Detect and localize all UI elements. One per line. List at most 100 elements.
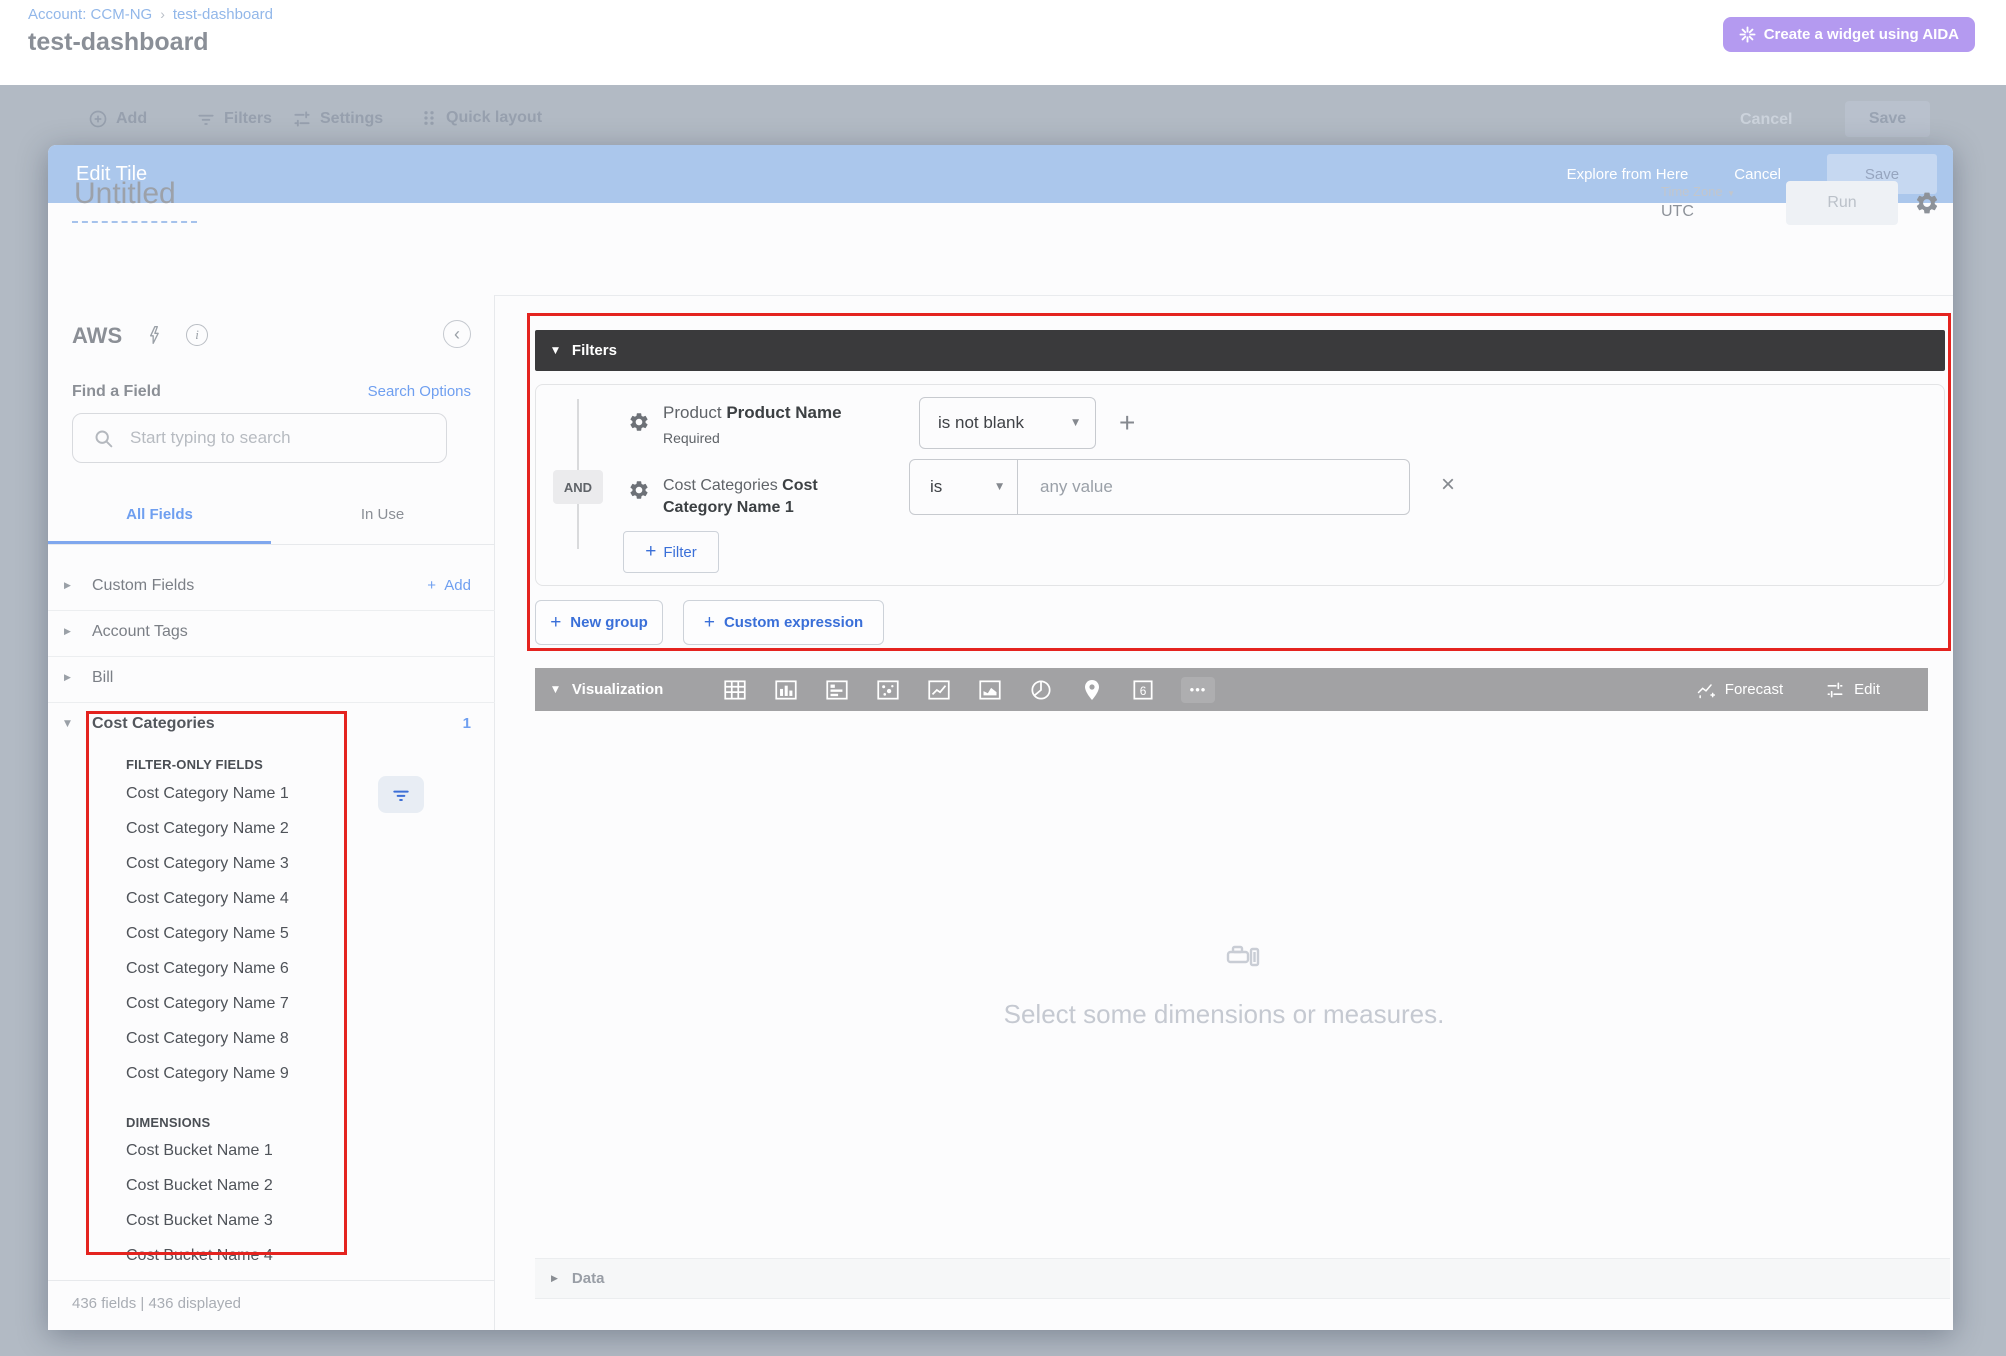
field-count-footer: 436 fields | 436 displayed	[48, 1280, 494, 1330]
tile-name-input[interactable]: Untitled	[72, 177, 197, 223]
operator-dropdown[interactable]: is not blank ▼	[919, 397, 1096, 449]
remove-filter-icon[interactable]: ×	[1441, 473, 1455, 497]
plus-icon: +	[645, 541, 656, 563]
create-widget-aida-button[interactable]: Create a widget using AIDA	[1723, 17, 1975, 52]
modal-cancel-button[interactable]: Cancel	[1734, 166, 1781, 183]
toolbar-add-button[interactable]: Add	[88, 109, 147, 129]
caret-down-icon: ▼	[552, 346, 559, 356]
breadcrumb-separator: ›	[160, 6, 165, 22]
flashlight-icon	[1225, 941, 1265, 971]
caret-down-icon: ▼	[64, 719, 71, 729]
operator-dropdown[interactable]: is ▼	[909, 459, 1018, 515]
svg-text:6: 6	[1140, 683, 1147, 697]
dimensions-heading: DIMENSIONS	[126, 1115, 210, 1130]
search-options-link[interactable]: Search Options	[368, 383, 471, 401]
filter-field-label: Cost Categories Cost Category Name 1	[663, 475, 863, 519]
data-section-header[interactable]: ▶ Data	[535, 1258, 1950, 1299]
chevron-down-icon: ▼	[1727, 189, 1735, 198]
viz-type-picker: 6 •••	[722, 668, 1215, 711]
run-button[interactable]: Run	[1786, 181, 1898, 225]
filters-section-header[interactable]: ▼ Filters	[535, 330, 1945, 371]
and-connector-chip[interactable]: AND	[553, 470, 603, 504]
field-cost-category-1[interactable]: Cost Category Name 1	[126, 785, 289, 803]
toolbar-cancel-button[interactable]: Cancel	[1740, 111, 1792, 129]
forecast-button[interactable]: Forecast	[1696, 680, 1783, 700]
caret-down-icon: ▼	[552, 685, 559, 695]
explore-source-label: AWS	[72, 323, 122, 349]
toolbar-settings-button[interactable]: Settings	[292, 109, 383, 129]
active-filter-icon[interactable]	[378, 776, 424, 813]
filters-group-card: Product Product Name Required is not bla…	[535, 384, 1945, 586]
sidebar-group-cost-categories[interactable]: ▼ Cost Categories 1	[48, 703, 495, 749]
field-picker-sidebar: AWS i ‹ Find a Field Search Options All …	[48, 295, 495, 1330]
sidebar-group-custom-fields[interactable]: ▶ Custom Fields + Add	[48, 565, 495, 611]
filter-gear-icon[interactable]	[628, 411, 650, 433]
explore-from-here-link[interactable]: Explore from Here	[1567, 166, 1689, 183]
timezone-control[interactable]: Time Zone ▼ UTC	[1661, 183, 1735, 221]
tab-in-use[interactable]: In Use	[271, 487, 494, 544]
caret-right-icon: ▶	[64, 627, 71, 637]
breadcrumb-current[interactable]: test-dashboard	[173, 6, 273, 23]
add-value-plus-icon[interactable]: +	[1119, 407, 1135, 439]
line-chart-icon[interactable]	[926, 677, 952, 703]
required-label: Required	[663, 427, 878, 449]
breadcrumb: Account: CCM-NG › test-dashboard	[28, 6, 273, 23]
bolt-icon	[144, 323, 164, 347]
timezone-value: UTC	[1661, 203, 1735, 221]
field-cost-category-9[interactable]: Cost Category Name 9	[126, 1065, 289, 1083]
tile-settings-gear-icon[interactable]	[1914, 190, 1940, 216]
filter-value-input[interactable]	[1018, 459, 1410, 515]
area-chart-icon[interactable]	[977, 677, 1003, 703]
info-icon[interactable]: i	[186, 324, 208, 346]
sidebar-group-bill[interactable]: ▶ Bill	[48, 657, 495, 703]
toolbar-filters-button[interactable]: Filters	[196, 109, 272, 129]
tab-all-fields[interactable]: All Fields	[48, 487, 271, 544]
page-title: test-dashboard	[28, 28, 209, 57]
field-cost-bucket-3[interactable]: Cost Bucket Name 3	[126, 1212, 273, 1230]
timezone-label: Time Zone	[1661, 184, 1723, 199]
field-cost-bucket-1[interactable]: Cost Bucket Name 1	[126, 1142, 273, 1160]
aida-sparkle-icon	[1739, 26, 1756, 43]
table-icon[interactable]	[722, 677, 748, 703]
more-viz-types-icon[interactable]: •••	[1181, 677, 1215, 703]
caret-right-icon: ▶	[551, 1274, 558, 1284]
field-cost-category-4[interactable]: Cost Category Name 4	[126, 890, 289, 908]
breadcrumb-account[interactable]: Account: CCM-NG	[28, 6, 152, 23]
add-filter-button[interactable]: + Filter	[623, 531, 719, 573]
field-tabs: All Fields In Use	[48, 487, 495, 545]
empty-state-message: Select some dimensions or measures.	[495, 999, 1953, 1030]
custom-expression-button[interactable]: + Custom expression	[683, 600, 884, 645]
field-cost-category-6[interactable]: Cost Category Name 6	[126, 960, 289, 978]
filter-gear-icon[interactable]	[628, 479, 650, 501]
sliders-icon	[1825, 680, 1845, 700]
active-tab-underline	[48, 541, 271, 544]
field-cost-category-2[interactable]: Cost Category Name 2	[126, 820, 289, 838]
scatter-plot-icon[interactable]	[875, 677, 901, 703]
toolbar-save-button[interactable]: Save	[1845, 101, 1930, 137]
field-cost-bucket-2[interactable]: Cost Bucket Name 2	[126, 1177, 273, 1195]
field-search-box[interactable]	[72, 413, 447, 463]
pie-chart-icon[interactable]	[1028, 677, 1054, 703]
grid-dots-icon	[420, 109, 438, 127]
field-cost-category-5[interactable]: Cost Category Name 5	[126, 925, 289, 943]
add-custom-field-link[interactable]: + Add	[427, 577, 471, 594]
map-pin-icon[interactable]	[1079, 677, 1105, 703]
bar-chart-icon[interactable]	[824, 677, 850, 703]
single-value-icon[interactable]: 6	[1130, 677, 1156, 703]
collapse-panel-icon[interactable]: ‹	[443, 320, 471, 348]
column-chart-icon[interactable]	[773, 677, 799, 703]
search-icon	[93, 428, 114, 449]
field-cost-category-8[interactable]: Cost Category Name 8	[126, 1030, 289, 1048]
new-group-button[interactable]: + New group	[535, 600, 663, 645]
sidebar-group-account-tags[interactable]: ▶ Account Tags	[48, 611, 495, 657]
field-cost-category-3[interactable]: Cost Category Name 3	[126, 855, 289, 873]
edit-viz-button[interactable]: Edit	[1825, 680, 1880, 700]
field-cost-category-7[interactable]: Cost Category Name 7	[126, 995, 289, 1013]
visualization-section-header[interactable]: ▼ Visualization 6 ••• Forecast	[535, 668, 1928, 711]
field-cost-bucket-4[interactable]: Cost Bucket Name 4	[126, 1247, 273, 1265]
field-search-input[interactable]	[130, 428, 420, 448]
filter-lines-icon	[196, 109, 216, 129]
visualization-empty-state: Select some dimensions or measures.	[495, 711, 1953, 1258]
toolbar-quick-layout-button[interactable]: Quick layout	[420, 109, 542, 127]
forecast-icon	[1696, 680, 1716, 700]
